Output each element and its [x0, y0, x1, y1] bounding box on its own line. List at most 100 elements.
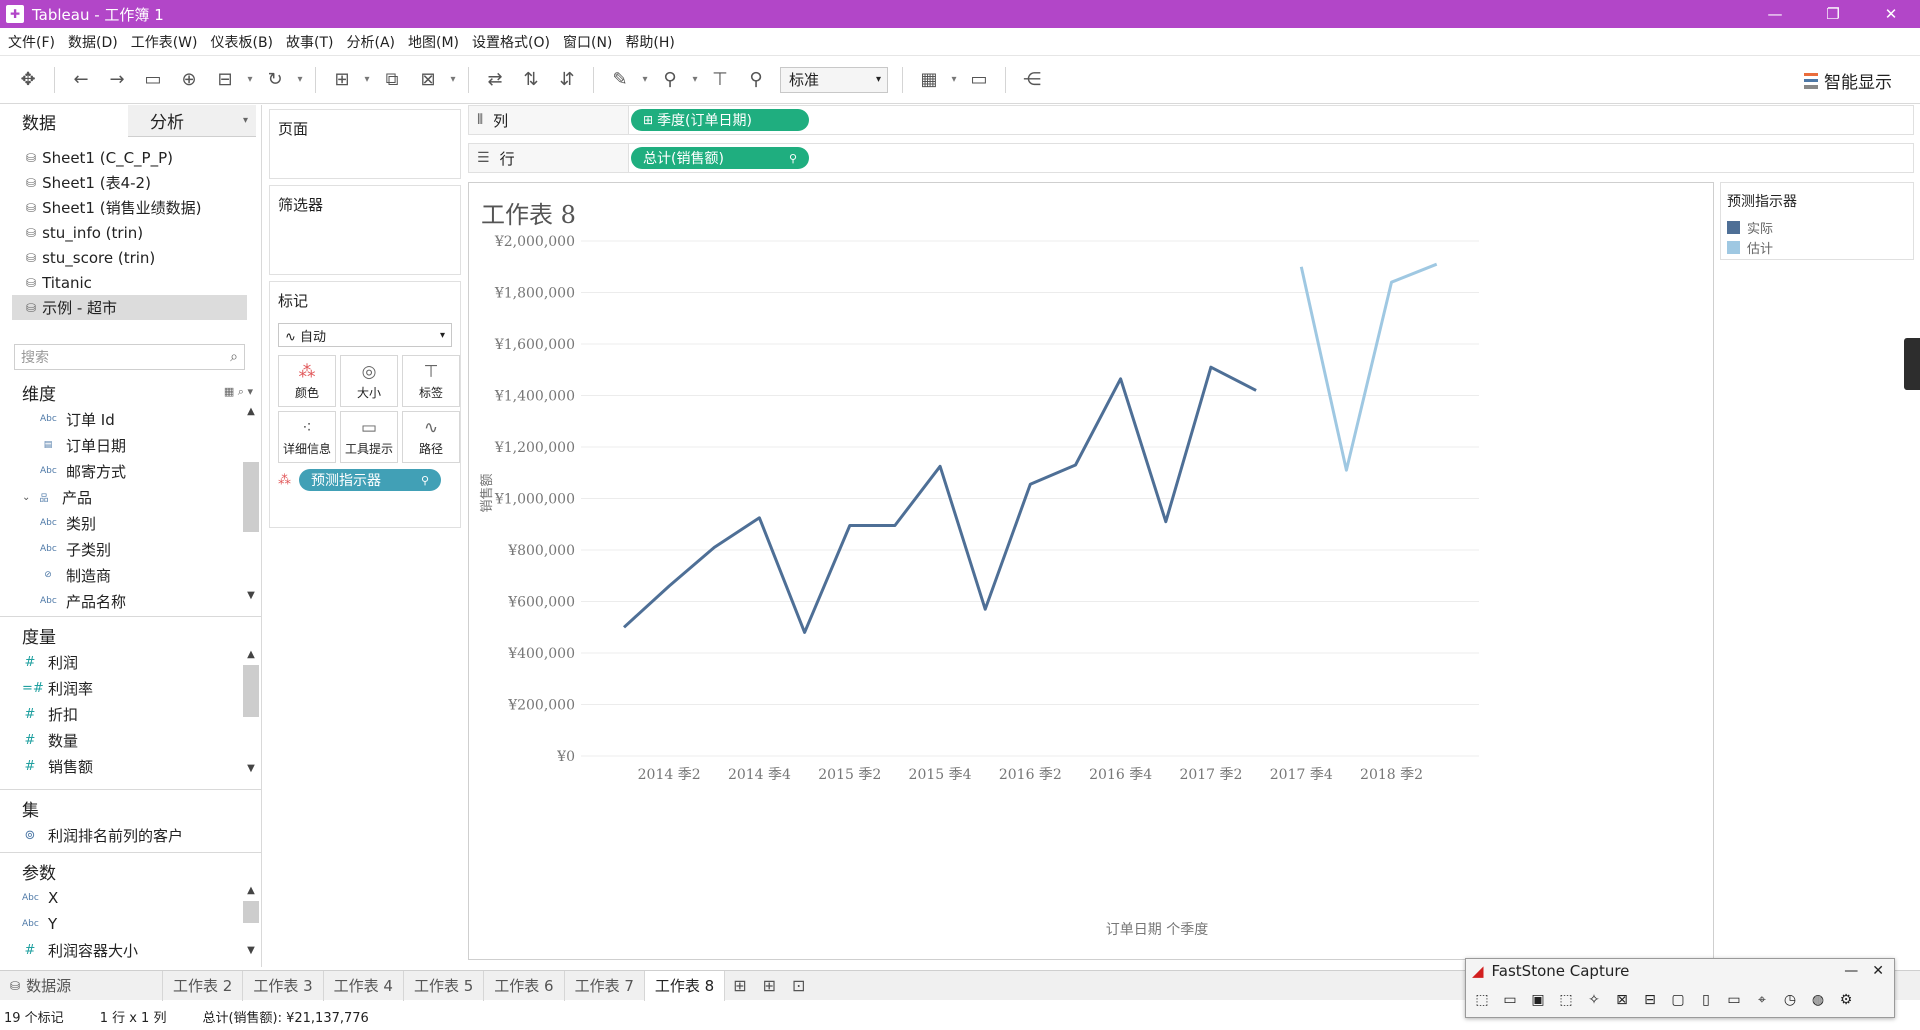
scroll-thumb[interactable]: [243, 665, 259, 717]
new-worksheet-icon[interactable]: ⊞: [326, 64, 358, 96]
settings-icon[interactable]: ⚙: [1834, 989, 1858, 1011]
tab-analysis[interactable]: 分析 ▾: [128, 105, 256, 137]
tab-worksheet-3[interactable]: 工作表 3: [243, 970, 324, 1001]
menu-worksheet[interactable]: 工作表(W): [127, 32, 207, 52]
dropdown-arrow-icon[interactable]: ▾: [690, 64, 700, 96]
set-top-customers[interactable]: ⊚ 利润排名前列的客户: [0, 822, 261, 848]
field-ship-mode[interactable]: Abc 邮寄方式: [0, 458, 261, 484]
capture-video-icon[interactable]: ▯: [1694, 989, 1718, 1011]
scroll-up-icon[interactable]: ▲: [243, 649, 259, 665]
crosshair-icon[interactable]: ⌖: [1750, 989, 1774, 1011]
color-button[interactable]: ⁂ 颜色: [278, 355, 336, 407]
sort-ascending-icon[interactable]: ⇅: [515, 64, 547, 96]
tab-worksheet-6[interactable]: 工作表 6: [484, 970, 565, 1001]
sort-descending-icon[interactable]: ⇵: [551, 64, 583, 96]
capture-scrolling-icon[interactable]: ⊟: [1638, 989, 1662, 1011]
hierarchy-product[interactable]: ⌄ 品 产品: [0, 484, 261, 510]
new-datasource-icon[interactable]: ⊕: [173, 64, 205, 96]
menu-map[interactable]: 地图(M): [404, 32, 468, 52]
group-icon[interactable]: ⚲: [654, 64, 686, 96]
menu-data[interactable]: 数据(D): [64, 32, 127, 52]
capture-rectangle-icon[interactable]: ⬚: [1554, 989, 1578, 1011]
field-sales[interactable]: # 销售额: [0, 753, 261, 779]
field-profit-ratio[interactable]: =# 利润率: [0, 675, 261, 701]
smart-show-button[interactable]: 智能显示: [1804, 68, 1892, 93]
datasource-item[interactable]: ⛁ stu_info (trin): [0, 220, 261, 245]
chevron-down-icon[interactable]: ▾: [243, 115, 248, 126]
tooltip-button[interactable]: ▭ 工具提示: [340, 411, 398, 463]
detail-button[interactable]: ⁖ 详细信息: [278, 411, 336, 463]
faststone-capture-window[interactable]: ◢ FastStone Capture — ✕ ⬚ ▭ ▣ ⬚ ✧ ⊠ ⊟ ▢ …: [1465, 958, 1895, 1018]
field-quantity[interactable]: # 数量: [0, 727, 261, 753]
show-cards-icon[interactable]: ▦: [913, 64, 945, 96]
menu-story[interactable]: 故事(T): [282, 32, 342, 52]
undo-icon[interactable]: ←: [65, 64, 97, 96]
tab-data-source[interactable]: ⛁ 数据源: [0, 970, 163, 1001]
forecast-legend[interactable]: 预测指示器 实际 估计: [1720, 182, 1914, 260]
forecast-indicator-pill[interactable]: 预测指示器 ⚲: [299, 469, 441, 491]
palette-icon[interactable]: ◍: [1806, 989, 1830, 1011]
new-story-icon[interactable]: ⊡: [784, 971, 813, 1001]
pages-card[interactable]: 页面: [269, 109, 461, 179]
field-product-name[interactable]: Abc 产品名称: [0, 588, 261, 612]
field-order-id[interactable]: Abc 订单 Id: [0, 406, 261, 432]
tab-worksheet-7[interactable]: 工作表 7: [565, 970, 645, 1001]
dropdown-arrow-icon[interactable]: ▾: [949, 64, 959, 96]
tableau-home-icon[interactable]: ✥: [12, 64, 44, 96]
scroll-up-icon[interactable]: ▲: [243, 885, 259, 901]
timer-icon[interactable]: ◷: [1778, 989, 1802, 1011]
refresh-icon[interactable]: ↻: [259, 64, 291, 96]
close-icon[interactable]: ✕: [1872, 963, 1884, 979]
field-discount[interactable]: # 折扣: [0, 701, 261, 727]
menu-window[interactable]: 窗口(N): [559, 32, 621, 52]
capture-menu-icon[interactable]: ▭: [1722, 989, 1746, 1011]
menu-dashboard[interactable]: 仪表板(B): [206, 32, 282, 52]
fit-select[interactable]: 标准 ▾: [780, 66, 888, 93]
menu-file[interactable]: 文件(F): [4, 32, 64, 52]
legend-item-actual[interactable]: 实际: [1721, 217, 1913, 237]
minimize-icon[interactable]: —: [1844, 963, 1858, 979]
filters-card[interactable]: 筛选器: [269, 185, 461, 275]
size-button[interactable]: ◎ 大小: [340, 355, 398, 407]
new-worksheet-icon[interactable]: ⊞: [725, 971, 754, 1001]
columns-pill[interactable]: ⊞ 季度(订单日期): [631, 109, 809, 131]
dropdown-arrow-icon[interactable]: ▾: [245, 64, 255, 96]
datasource-item[interactable]: ⛁ Sheet1 (销售业绩数据): [0, 195, 261, 220]
presentation-mode-icon[interactable]: ▭: [963, 64, 995, 96]
menu-analysis[interactable]: 分析(A): [343, 32, 405, 52]
param-profit-bin-size[interactable]: # 利润容器大小: [0, 937, 261, 963]
scroll-down-icon[interactable]: ▼: [243, 945, 259, 961]
clear-sheet-icon[interactable]: ⊠: [412, 64, 444, 96]
legend-item-estimate[interactable]: 估计: [1721, 237, 1913, 257]
redo-icon[interactable]: →: [101, 64, 133, 96]
measures-scrollbar[interactable]: ▲ ▼: [243, 649, 259, 779]
field-manufacturer[interactable]: ⊘ 制造商: [0, 562, 261, 588]
pause-update-icon[interactable]: ⊟: [209, 64, 241, 96]
parameters-scrollbar[interactable]: ▲ ▼: [243, 885, 259, 961]
rows-pill[interactable]: 总计(销售额) ⚲: [631, 147, 809, 169]
rows-shelf[interactable]: ☰ 行 总计(销售额) ⚲: [468, 143, 1914, 173]
dropdown-arrow-icon[interactable]: ▾: [448, 64, 458, 96]
field-subcategory[interactable]: Abc 子类别: [0, 536, 261, 562]
restore-button[interactable]: ❐: [1804, 0, 1862, 28]
highlight-icon[interactable]: ✎: [604, 64, 636, 96]
param-y[interactable]: Abc Y: [0, 911, 261, 937]
capture-object-icon[interactable]: ▣: [1526, 989, 1550, 1011]
show-labels-icon[interactable]: ⊤: [704, 64, 736, 96]
mark-type-select[interactable]: ∿ 自动 ▾: [278, 323, 452, 347]
tab-worksheet-8[interactable]: 工作表 8: [644, 970, 726, 1001]
save-icon[interactable]: ▭: [137, 64, 169, 96]
side-panel-handle[interactable]: [1904, 338, 1920, 390]
dimensions-scrollbar[interactable]: ▲ ▼: [243, 406, 259, 606]
dropdown-arrow-icon[interactable]: ▾: [362, 64, 372, 96]
field-category[interactable]: Abc 类别: [0, 510, 261, 536]
tab-worksheet-4[interactable]: 工作表 4: [324, 970, 404, 1001]
datasource-item[interactable]: ⛁ stu_score (trin): [0, 245, 261, 270]
scroll-up-icon[interactable]: ▲: [243, 406, 259, 422]
capture-window-icon[interactable]: ▭: [1498, 989, 1522, 1011]
line-chart[interactable]: ¥0 ¥200,000 ¥400,000 ¥600,000 ¥800,000 ¥1,000…: [469, 183, 1715, 961]
series-line-actual[interactable]: [622, 365, 1257, 634]
dropdown-arrow-icon[interactable]: ▾: [295, 64, 305, 96]
duplicate-sheet-icon[interactable]: ⧉: [376, 64, 408, 96]
columns-shelf[interactable]: ⦀ 列 ⊞ 季度(订单日期): [468, 105, 1914, 135]
